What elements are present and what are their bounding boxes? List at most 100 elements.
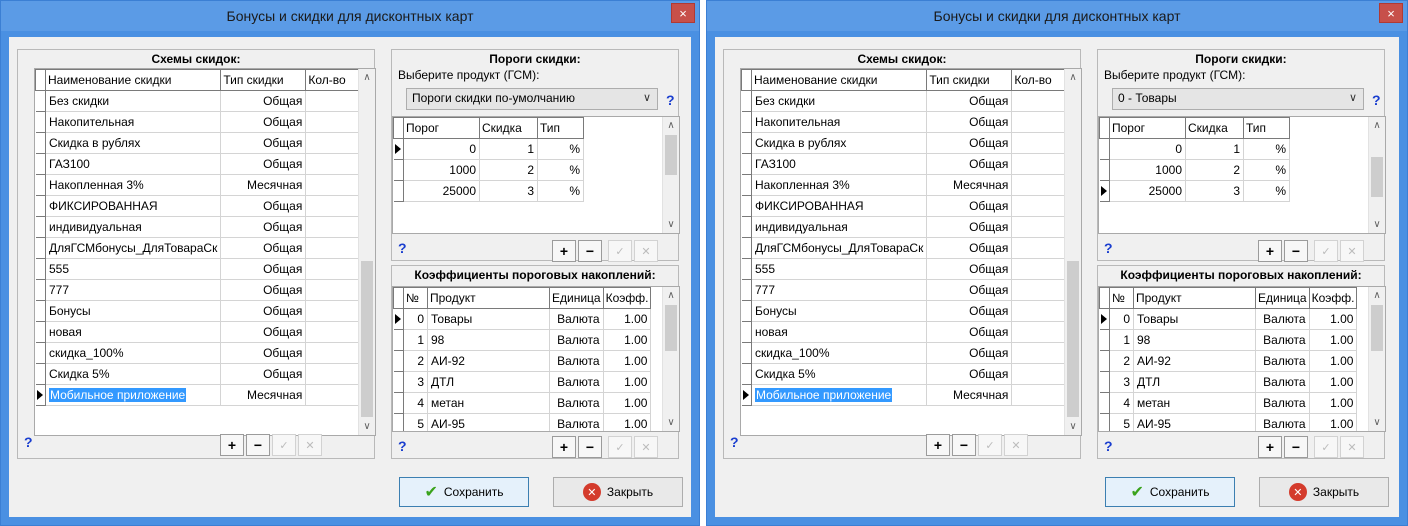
thresholds-add-button[interactable]: +: [552, 240, 576, 262]
scheme-type-cell[interactable]: Общая: [926, 300, 1013, 322]
table-row[interactable]: 555Общая4: [35, 258, 371, 280]
discount-kind-cell[interactable]: %: [537, 138, 584, 160]
window-close-button[interactable]: ×: [1379, 3, 1403, 23]
column-header-name[interactable]: Наименование скидки: [44, 69, 222, 91]
threshold-cell[interactable]: 25000: [403, 180, 480, 202]
scroll-up-arrow-icon[interactable]: ∧: [663, 287, 679, 304]
coef-number-cell[interactable]: 1: [403, 329, 428, 351]
coefficients-help-icon[interactable]: ?: [398, 438, 407, 454]
thresholds-vertical-scrollbar[interactable]: ∧ ∨: [1368, 117, 1385, 233]
scheme-name-cell[interactable]: ГАЗ100: [751, 153, 928, 175]
column-header-type[interactable]: Тип скидки: [926, 69, 1013, 91]
threshold-cell[interactable]: 0: [1109, 138, 1186, 160]
scheme-name-cell[interactable]: Скидка 5%: [751, 363, 928, 385]
row-indicator[interactable]: [35, 153, 46, 175]
scroll-down-arrow-icon[interactable]: ∨: [663, 216, 679, 233]
discount-cell[interactable]: 1: [1185, 138, 1244, 160]
coef-unit-cell[interactable]: Валюта: [549, 413, 604, 431]
schemes-apply-button[interactable]: ✓: [272, 434, 296, 456]
coef-product-cell[interactable]: АИ-92: [1133, 350, 1256, 372]
coef-product-cell[interactable]: 98: [427, 329, 550, 351]
scrollbar-thumb[interactable]: [665, 135, 677, 175]
table-row[interactable]: индивидуальнаяОбщая1: [35, 216, 371, 238]
column-header-product[interactable]: Продукт: [1133, 287, 1256, 309]
threshold-cell[interactable]: 1000: [403, 159, 480, 181]
thresholds-help-icon[interactable]: ?: [398, 240, 407, 256]
scheme-name-cell[interactable]: Скидка 5%: [45, 363, 222, 385]
scheme-type-cell[interactable]: Общая: [220, 153, 307, 175]
table-row[interactable]: ФИКСИРОВАННАЯОбщая1: [741, 195, 1077, 217]
thresholds-grid[interactable]: Порог Скидка Тип 0 1% 1000 2% 25000 3% ∧ ∨: [392, 116, 680, 234]
discount-schemes-grid[interactable]: Наименование скидки Тип скидки Кол-во Бе…: [740, 68, 1082, 436]
table-row[interactable]: Мобильное приложениеМесячная2: [35, 384, 371, 406]
scheme-type-cell[interactable]: Общая: [220, 90, 307, 112]
scheme-type-cell[interactable]: Общая: [220, 237, 307, 259]
schemes-cancel-button[interactable]: ✕: [298, 434, 322, 456]
row-indicator[interactable]: [1099, 350, 1110, 372]
table-row[interactable]: скидка_100%Общая1: [35, 342, 371, 364]
coef-number-cell[interactable]: 2: [403, 350, 428, 372]
coef-product-cell[interactable]: ДТЛ: [1133, 371, 1256, 393]
coef-value-cell[interactable]: 1.00: [603, 350, 652, 372]
table-row[interactable]: БонусыОбщая1: [35, 300, 371, 322]
coef-unit-cell[interactable]: Валюта: [1255, 350, 1310, 372]
row-indicator[interactable]: [1099, 371, 1110, 393]
scheme-type-cell[interactable]: Общая: [220, 258, 307, 280]
column-header-type[interactable]: Тип скидки: [220, 69, 307, 91]
coef-product-cell[interactable]: АИ-92: [427, 350, 550, 372]
close-button[interactable]: ✕ Закрыть: [553, 477, 683, 507]
table-row[interactable]: ДляГСМбонусы_ДляТовараСкОбщая2: [35, 237, 371, 259]
table-row[interactable]: 0 1%: [393, 138, 584, 160]
scrollbar-thumb[interactable]: [1371, 157, 1383, 197]
row-indicator[interactable]: [1099, 159, 1110, 181]
coef-unit-cell[interactable]: Валюта: [1255, 371, 1310, 393]
row-indicator[interactable]: [35, 132, 46, 154]
coef-value-cell[interactable]: 1.00: [603, 329, 652, 351]
row-indicator[interactable]: [35, 342, 46, 364]
scheme-type-cell[interactable]: Общая: [926, 321, 1013, 343]
table-row[interactable]: 0 1%: [1099, 138, 1290, 160]
title-bar[interactable]: Бонусы и скидки для дисконтных карт ×: [707, 1, 1407, 31]
coef-product-cell[interactable]: ДТЛ: [427, 371, 550, 393]
row-indicator[interactable]: [741, 216, 752, 238]
table-row[interactable]: ГАЗ100Общая2: [741, 153, 1077, 175]
coef-number-cell[interactable]: 0: [403, 308, 428, 330]
row-indicator[interactable]: [741, 279, 752, 301]
row-indicator[interactable]: [393, 180, 404, 202]
threshold-cell[interactable]: 0: [403, 138, 480, 160]
coefficients-add-button[interactable]: +: [552, 436, 576, 458]
schemes-vertical-scrollbar[interactable]: ∧ ∨: [358, 69, 375, 435]
row-indicator[interactable]: [393, 159, 404, 181]
scheme-name-cell[interactable]: Без скидки: [751, 90, 928, 112]
scheme-name-cell[interactable]: Скидка в рублях: [45, 132, 222, 154]
scroll-down-arrow-icon[interactable]: ∨: [1369, 414, 1385, 431]
scheme-name-cell[interactable]: ФИКСИРОВАННАЯ: [751, 195, 928, 217]
table-row[interactable]: Без скидкиОбщая2: [741, 90, 1077, 112]
thresholds-help-icon[interactable]: ?: [1104, 240, 1113, 256]
discount-cell[interactable]: 2: [479, 159, 538, 181]
scheme-type-cell[interactable]: Общая: [926, 342, 1013, 364]
table-row[interactable]: 777Общая4: [741, 279, 1077, 301]
schemes-cancel-button[interactable]: ✕: [1004, 434, 1028, 456]
row-indicator[interactable]: [741, 174, 752, 196]
scheme-type-cell[interactable]: Общая: [220, 321, 307, 343]
coef-number-cell[interactable]: 0: [1109, 308, 1134, 330]
table-row[interactable]: 3 ДТЛ Валюта 1.00: [1099, 371, 1358, 393]
scheme-type-cell[interactable]: Общая: [926, 237, 1013, 259]
column-header-threshold[interactable]: Порог: [1109, 117, 1186, 139]
scheme-type-cell[interactable]: Общая: [220, 300, 307, 322]
row-indicator[interactable]: [35, 111, 46, 133]
coefficients-grid[interactable]: № Продукт Единица Коэфф. 0 Товары Валюта 1.…: [392, 286, 680, 432]
coef-value-cell[interactable]: 1.00: [1309, 308, 1358, 330]
scheme-type-cell[interactable]: Месячная: [220, 174, 307, 196]
table-row[interactable]: Скидка в рубляхОбщая2: [741, 132, 1077, 154]
scheme-name-cell[interactable]: ДляГСМбонусы_ДляТовараСк: [751, 237, 928, 259]
product-help-icon[interactable]: ?: [1372, 92, 1381, 108]
scheme-name-cell[interactable]: скидка_100%: [45, 342, 222, 364]
row-indicator[interactable]: [1099, 138, 1110, 160]
product-select[interactable]: 0 - Товары ∨: [1112, 88, 1364, 110]
table-row[interactable]: 5 АИ-95 Валюта 1.00: [1099, 413, 1358, 431]
column-header-discount[interactable]: Скидка: [479, 117, 538, 139]
row-indicator[interactable]: [1099, 329, 1110, 351]
thresholds-grid[interactable]: Порог Скидка Тип 0 1% 1000 2% 25000 3% ∧ ∨: [1098, 116, 1386, 234]
